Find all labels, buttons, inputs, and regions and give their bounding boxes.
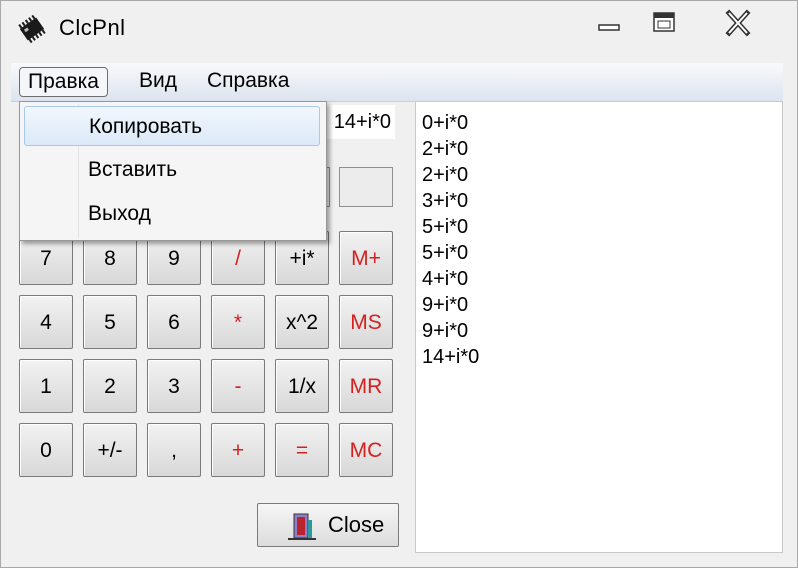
key-3[interactable]: 3 xyxy=(147,359,201,413)
memory-indicator xyxy=(339,167,393,207)
key-memory-add[interactable]: M+ xyxy=(339,231,393,285)
key-memory-recall[interactable]: MR xyxy=(339,359,393,413)
key-negate[interactable]: +/- xyxy=(83,423,137,477)
history-item: 5+i*0 xyxy=(422,216,469,238)
key-5[interactable]: 5 xyxy=(83,295,137,349)
chip-icon xyxy=(18,14,46,44)
history-item: 5+i*0 xyxy=(422,242,469,264)
history-list[interactable]: 0+i*0 2+i*0 2+i*0 3+i*0 5+i*0 5+i*0 4+i*… xyxy=(415,101,783,553)
key-reciprocal[interactable]: 1/x xyxy=(275,359,329,413)
window-title: ClcPnl xyxy=(59,15,126,40)
key-memory-clear[interactable]: MC xyxy=(339,423,393,477)
key-multiply[interactable]: * xyxy=(211,295,265,349)
menu-item-copy[interactable]: Копировать xyxy=(24,106,320,146)
key-memory-store[interactable]: MS xyxy=(339,295,393,349)
close-button[interactable]: Close xyxy=(257,503,399,547)
menu-edit[interactable]: Правка xyxy=(19,67,108,97)
close-icon[interactable] xyxy=(721,9,755,37)
key-6[interactable]: 6 xyxy=(147,295,201,349)
menu-help[interactable]: Справка xyxy=(199,67,297,95)
history-item: 9+i*0 xyxy=(422,294,469,316)
title-bar: ClcPnl xyxy=(1,1,797,51)
menu-view[interactable]: Вид xyxy=(131,67,185,95)
menu-item-paste-label: Вставить xyxy=(88,158,178,181)
calculator-window: ClcPnl Правка Вид Справка 14+i*0 7 8 9 /… xyxy=(0,0,798,568)
menu-item-exit-label: Выход xyxy=(88,202,151,225)
history-item: 2+i*0 xyxy=(422,164,469,186)
door-exit-icon xyxy=(288,513,316,540)
key-equals[interactable]: = xyxy=(275,423,329,477)
history-item: 2+i*0 xyxy=(422,138,469,160)
minimize-icon[interactable] xyxy=(593,9,627,37)
key-add[interactable]: + xyxy=(211,423,265,477)
key-decimal[interactable]: , xyxy=(147,423,201,477)
key-2[interactable]: 2 xyxy=(83,359,137,413)
key-subtract[interactable]: - xyxy=(211,359,265,413)
key-0[interactable]: 0 xyxy=(19,423,73,477)
key-1[interactable]: 1 xyxy=(19,359,73,413)
history-item: 4+i*0 xyxy=(422,268,469,290)
menu-item-paste[interactable]: Вставить xyxy=(24,150,320,190)
menu-item-exit[interactable]: Выход xyxy=(24,194,320,234)
history-item: 14+i*0 xyxy=(422,346,480,368)
edit-menu-dropdown: Копировать Вставить Выход xyxy=(19,101,327,241)
maximize-icon[interactable] xyxy=(647,9,681,37)
history-item: 0+i*0 xyxy=(422,112,469,134)
menu-item-copy-label: Копировать xyxy=(89,115,203,138)
calculator-display: 14+i*0 xyxy=(327,105,395,139)
history-item: 9+i*0 xyxy=(422,320,469,342)
close-button-label: Close xyxy=(328,512,385,537)
key-square[interactable]: x^2 xyxy=(275,295,329,349)
menu-bar: Правка Вид Справка xyxy=(11,63,783,102)
history-item: 3+i*0 xyxy=(422,190,469,212)
key-4[interactable]: 4 xyxy=(19,295,73,349)
